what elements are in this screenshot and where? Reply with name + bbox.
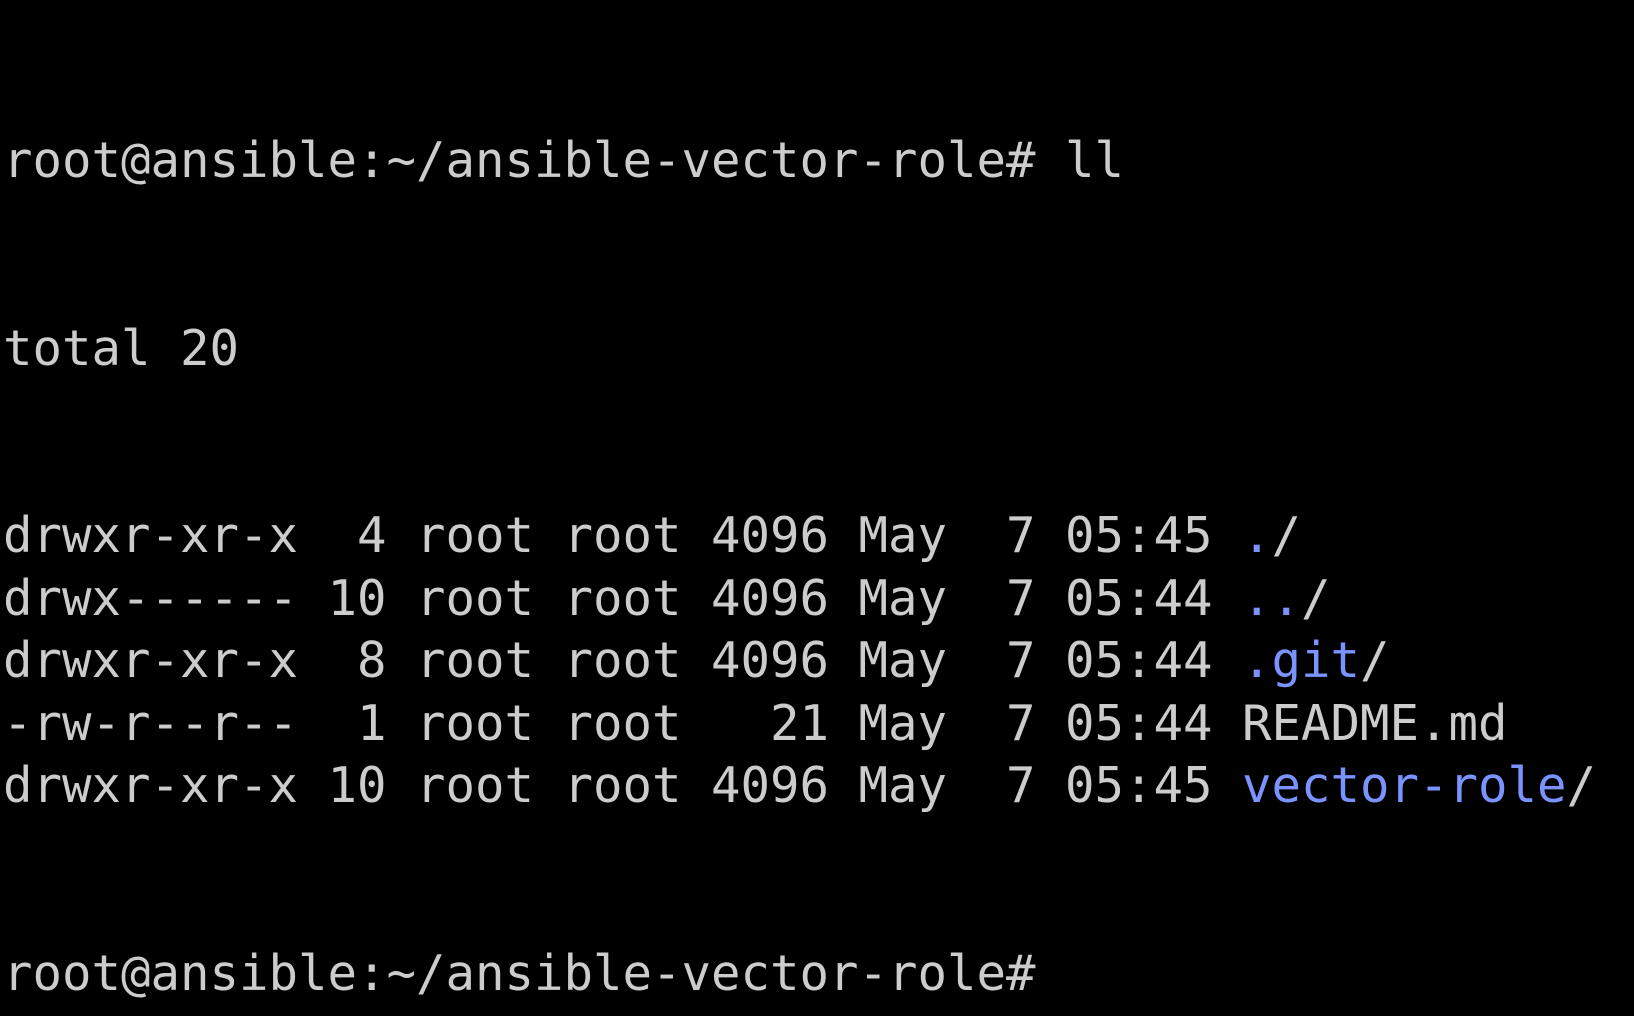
path-slash: / xyxy=(1271,507,1302,564)
shell-prompt: root@ansible:~/ansible-vector-role# xyxy=(3,132,1036,189)
command-text: ll xyxy=(1035,132,1125,189)
directory-name: . xyxy=(1242,507,1272,564)
file-metadata: drwxr-xr-x 8 root root 4096 May 7 05:44 xyxy=(3,632,1243,689)
listing-row: drwxr-xr-x 10 root root 4096 May 7 05:45… xyxy=(3,755,1634,818)
directory-name: vector-role xyxy=(1242,757,1567,814)
terminal-window[interactable]: root@ansible:~/ansible-vector-role# ll t… xyxy=(0,0,1634,1002)
command-line: root@ansible:~/ansible-vector-role# ll xyxy=(3,130,1634,193)
file-metadata: drwx------ 10 root root 4096 May 7 05:44 xyxy=(3,569,1243,627)
total-line: total 20 xyxy=(3,319,240,377)
file-metadata: -rw-r--r-- 1 root root 21 May 7 05:44 xyxy=(3,694,1243,752)
path-slash: / xyxy=(1301,569,1331,627)
listing-row: drwxr-xr-x 4 root root 4096 May 7 05:45 … xyxy=(3,505,1634,568)
listing-row: drwx------ 10 root root 4096 May 7 05:44… xyxy=(3,568,1634,631)
directory-name: .. xyxy=(1242,569,1302,627)
listing-row: -rw-r--r-- 1 root root 21 May 7 05:44 RE… xyxy=(3,693,1634,756)
file-metadata: drwxr-xr-x 4 root root 4096 May 7 05:45 xyxy=(3,507,1243,564)
file-name: README.md xyxy=(1242,694,1508,752)
file-metadata: drwxr-xr-x 10 root root 4096 May 7 05:45 xyxy=(3,757,1243,814)
path-slash: / xyxy=(1566,757,1597,814)
path-slash: / xyxy=(1360,632,1390,689)
listing-row: drwxr-xr-x 8 root root 4096 May 7 05:44 … xyxy=(3,630,1634,693)
listing: drwxr-xr-x 4 root root 4096 May 7 05:45 … xyxy=(3,505,1634,818)
directory-name: .git xyxy=(1242,632,1361,689)
final-prompt[interactable]: root@ansible:~/ansible-vector-role# xyxy=(3,943,1634,1006)
